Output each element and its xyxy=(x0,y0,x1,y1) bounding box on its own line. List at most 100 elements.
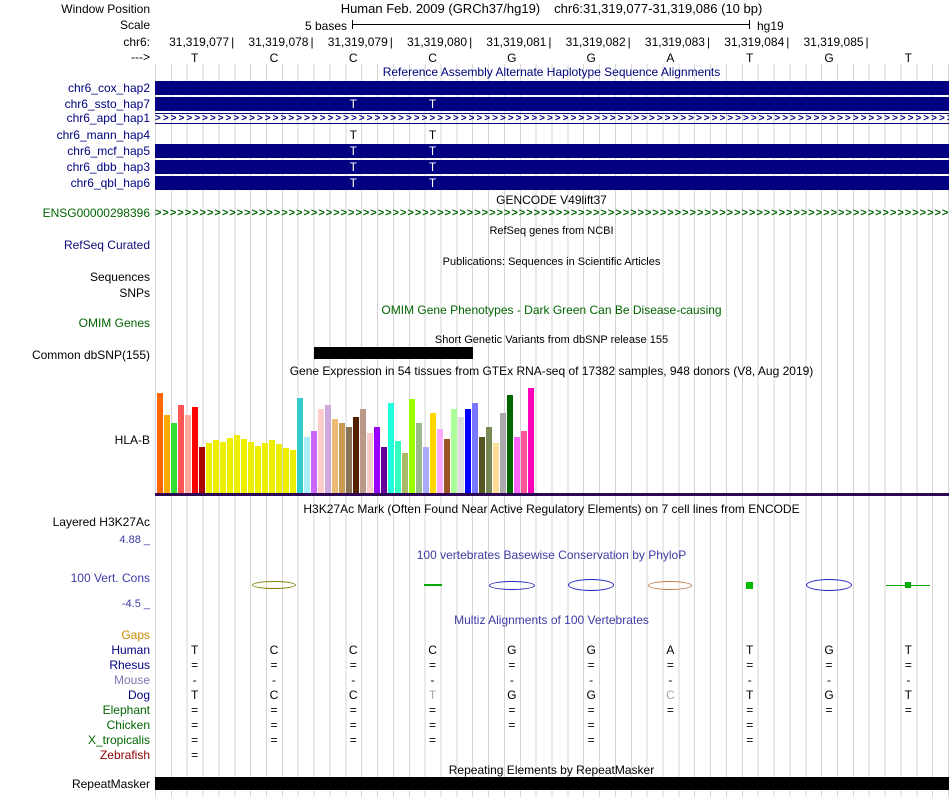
base-cell: = xyxy=(349,733,357,747)
omim-header: OMIM Gene Phenotypes - Dark Green Can Be… xyxy=(381,303,722,317)
base-cell xyxy=(869,81,948,95)
haplotype-bar-ssto-hap7[interactable]: TT xyxy=(155,97,949,111)
gtex-bar-50 xyxy=(507,395,513,493)
gtex-gene-label[interactable]: HLA-B xyxy=(0,434,150,447)
track-label-qbl-hap6[interactable]: chr6_qbl_hap6 xyxy=(0,176,150,190)
multiz-label-dog[interactable]: Dog xyxy=(0,688,150,703)
track-label-mcf-hap5[interactable]: chr6_mcf_hap5 xyxy=(0,144,150,158)
base-cell xyxy=(393,748,472,763)
base-cell xyxy=(234,81,313,95)
base-cell: C xyxy=(348,688,358,702)
multiz-label-rhesus[interactable]: Rhesus xyxy=(0,658,150,673)
omim-genes-label[interactable]: OMIM Genes xyxy=(0,317,150,330)
base-cell xyxy=(631,748,710,763)
base-cell xyxy=(710,160,789,174)
gtex-bar-6 xyxy=(199,447,205,493)
track-label-cox-hap2[interactable]: chr6_cox_hap2 xyxy=(0,81,150,95)
base-cell: A xyxy=(666,51,675,65)
haplotype-bar-mcf-hap5[interactable]: TT xyxy=(155,144,949,158)
base-cell xyxy=(234,160,313,174)
base-cell: = xyxy=(666,658,674,672)
multiz-label-gaps[interactable]: Gaps xyxy=(0,628,150,643)
gencode-gene-label[interactable]: ENSG00000298396 xyxy=(0,207,150,219)
gtex-bar-0 xyxy=(157,393,163,493)
gtex-bar-34 xyxy=(395,441,401,493)
base-cell: = xyxy=(746,718,754,732)
base-cell xyxy=(869,97,948,111)
common-dbsnp-label[interactable]: Common dbSNP(155) xyxy=(0,349,150,362)
haplotype-bar-cox-hap2[interactable] xyxy=(155,81,949,95)
gtex-bar-49 xyxy=(500,413,506,493)
repeatmasker-label[interactable]: RepeatMasker xyxy=(0,778,150,791)
base-cell xyxy=(234,144,313,158)
gtex-bar-28 xyxy=(353,417,359,493)
repeatmasker-bar[interactable] xyxy=(155,777,949,790)
base-cell xyxy=(393,628,472,643)
base-cell: - xyxy=(827,673,832,687)
gencode-gene-chevron-item[interactable]: >>>>>>>>>>>>>>>>>>>>>>>>>>>>>>>>>>>>>>>>… xyxy=(155,207,949,219)
dbsnp-variant-bar[interactable] xyxy=(314,347,473,359)
gtex-bar-46 xyxy=(479,437,485,493)
base-cell xyxy=(869,160,948,174)
gtex-bar-1 xyxy=(164,415,170,493)
base-cell: - xyxy=(192,673,197,687)
multiz-label-elephant[interactable]: Elephant xyxy=(0,703,150,718)
multiz-label-human[interactable]: Human xyxy=(0,643,150,658)
track-label-ssto-hap7[interactable]: chr6_ssto_hap7 xyxy=(0,97,150,111)
vert-cons-label[interactable]: 100 Vert. Cons xyxy=(0,572,150,585)
base-cell: = xyxy=(270,658,278,672)
gtex-bar-36 xyxy=(409,399,415,493)
base-cell: T xyxy=(746,51,754,65)
base-cell: 31,319,079 | xyxy=(327,35,393,49)
base-cell: = xyxy=(270,703,278,717)
track-label-dbb-hap3[interactable]: chr6_dbb_hap3 xyxy=(0,160,150,174)
base-cell xyxy=(551,748,630,763)
base-cell xyxy=(789,628,868,643)
base-cell: - xyxy=(906,673,911,687)
gtex-bar-37 xyxy=(416,423,422,493)
title-bar: Human Feb. 2009 (GRCh37/hg19) chr6:31,319… xyxy=(155,2,948,15)
haplotype-letters-mann-hap4[interactable]: TT xyxy=(155,128,949,142)
haplotype-bar-qbl-hap6[interactable]: TT xyxy=(155,176,949,190)
multiz-row-mouse: ---------- xyxy=(155,673,949,688)
base-cell xyxy=(472,733,551,748)
base-cell: - xyxy=(747,673,752,687)
layered-h3k27ac-label[interactable]: Layered H3K27Ac xyxy=(0,516,150,529)
gtex-bar-30 xyxy=(367,433,373,493)
base-cell: = xyxy=(191,748,199,762)
multiz-label-chicken[interactable]: Chicken xyxy=(0,718,150,733)
strand-label: ---> xyxy=(131,50,150,64)
base-cell xyxy=(234,97,313,111)
gencode-header: GENCODE V49lift37 xyxy=(496,193,607,207)
gtex-bar-27 xyxy=(346,427,352,493)
base-cell: T xyxy=(190,643,199,657)
multiz-label-zebrafish[interactable]: Zebrafish xyxy=(0,748,150,763)
phylop-mark-ellipse xyxy=(806,579,853,591)
refseq-curated-label[interactable]: RefSeq Curated xyxy=(0,239,150,252)
base-cell xyxy=(314,81,393,95)
haplotype-bar-dbb-hap3[interactable]: TT xyxy=(155,160,949,174)
gtex-bar-24 xyxy=(325,405,331,493)
snps-label[interactable]: SNPs xyxy=(0,287,150,300)
multiz-label-x-tropicalis[interactable]: X_tropicalis xyxy=(0,733,150,748)
base-cell xyxy=(869,628,948,643)
base-cell: T xyxy=(190,51,199,65)
phylop-marks[interactable] xyxy=(155,560,949,610)
gtex-bar-22 xyxy=(311,431,317,493)
base-cell xyxy=(155,176,234,190)
base-cell xyxy=(234,176,313,190)
base-cell xyxy=(710,97,789,111)
sequences-label[interactable]: Sequences xyxy=(0,271,150,284)
haplotype-chevron-apd-hap1[interactable]: >>>>>>>>>>>>>>>>>>>>>>>>>>>>>>>>>>>>>>>>… xyxy=(155,113,949,124)
track-label-apd-hap1[interactable]: chr6_apd_hap1 xyxy=(0,112,150,125)
base-cell xyxy=(631,144,710,158)
multiz-row-human: TCCCGGATGT xyxy=(155,643,949,658)
scale-bar xyxy=(352,20,750,29)
base-cell xyxy=(551,81,630,95)
base-cell xyxy=(472,176,551,190)
track-label-mann-hap4[interactable]: chr6_mann_hap4 xyxy=(0,128,150,142)
multiz-label-mouse[interactable]: Mouse xyxy=(0,673,150,688)
position-ruler[interactable]: 31,319,077 | 31,319,078 | 31,319,079 | 31,319,… xyxy=(155,36,949,49)
gtex-bars[interactable] xyxy=(155,388,949,493)
base-cell: 31,319,080 | xyxy=(407,35,473,49)
